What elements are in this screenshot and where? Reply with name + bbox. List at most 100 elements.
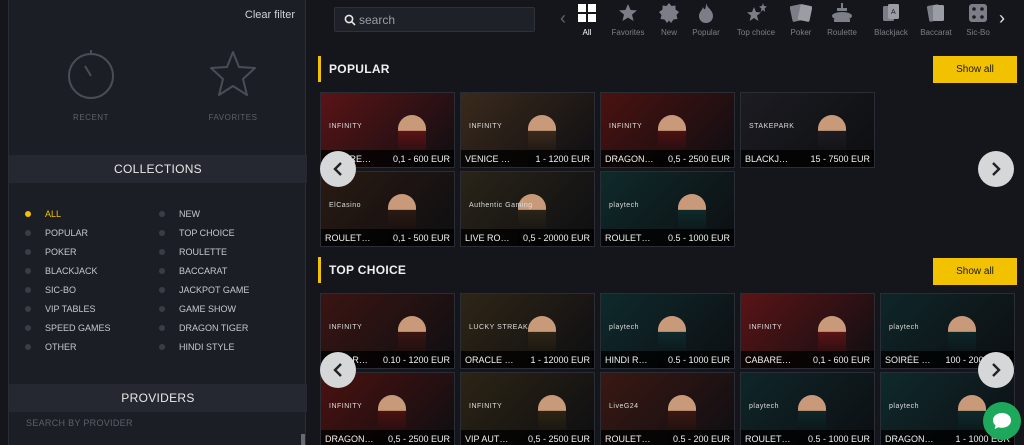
category-label: Top choice — [736, 28, 776, 37]
provider-logo: playtech — [609, 202, 640, 209]
search-box[interactable] — [334, 7, 535, 32]
collection-dot — [159, 344, 165, 350]
game-name: DRAGON… — [885, 434, 934, 444]
collection-item[interactable]: HINDI STYLE — [159, 341, 235, 353]
provider-logo: playtech — [609, 324, 640, 331]
favorites-filter[interactable]: FAVORITES — [193, 48, 273, 122]
collection-label: POKER — [45, 247, 77, 257]
category-blackjack[interactable]: A Blackjack — [869, 2, 913, 37]
provider-logo: playtech — [889, 403, 920, 410]
cards-icon — [779, 2, 823, 24]
collection-item[interactable]: TOP CHOICE — [159, 227, 235, 239]
collection-dot — [159, 230, 165, 236]
provider-logo: playtech — [749, 403, 780, 410]
collection-item[interactable]: OTHER — [25, 341, 77, 353]
collection-dot — [159, 287, 165, 293]
search-input[interactable] — [359, 11, 529, 29]
game-card[interactable]: STAKEPARK BLACKJ… 15 - 7500 EUR — [740, 92, 875, 168]
game-name: ROULET… — [605, 434, 651, 444]
favorites-label: FAVORITES — [208, 113, 258, 122]
game-card[interactable]: LUCKY STREAK ORACLE … 1 - 12000 EUR — [460, 293, 595, 369]
baccarat-icon — [914, 2, 958, 24]
game-name: CABARE… — [745, 355, 792, 365]
star-outline-icon — [210, 51, 256, 96]
collection-item[interactable]: JACKPOT GAME — [159, 284, 249, 296]
live-chat-button[interactable] — [983, 402, 1021, 440]
collection-item[interactable]: BACCARAT — [159, 265, 227, 277]
provider-search-input[interactable]: SEARCH BY PROVIDER — [26, 418, 133, 428]
clear-filter-link[interactable]: Clear filter — [245, 9, 295, 21]
quick-filters: RECENT FAVORITES — [9, 40, 307, 150]
sidebar-scrollbar[interactable] — [301, 434, 305, 445]
game-card[interactable]: playtech ROULET… 0.5 - 1000 EUR — [600, 171, 735, 247]
collection-item[interactable]: VIP TABLES — [25, 303, 96, 315]
star-icon — [606, 2, 650, 24]
bet-limits: 1 - 12000 EUR — [530, 355, 590, 365]
collection-item[interactable]: POKER — [25, 246, 77, 258]
game-card[interactable]: playtech ROULET… 0.5 - 1000 EUR — [740, 372, 875, 445]
collection-item[interactable]: SIC-BO — [25, 284, 76, 296]
game-card[interactable]: playtech HINDI R… 0.5 - 1000 EUR — [600, 293, 735, 369]
svg-text:A: A — [891, 9, 896, 16]
category-label: All — [582, 28, 592, 37]
collection-label: GAME SHOW — [179, 304, 237, 314]
category-label: Poker — [790, 28, 812, 37]
collection-dot — [159, 268, 165, 274]
category-poker[interactable]: Poker — [779, 2, 823, 37]
popular-prev-button[interactable] — [320, 151, 356, 187]
collection-item[interactable]: DRAGON TIGER — [159, 322, 249, 334]
category-favorites[interactable]: Favorites — [606, 2, 650, 37]
provider-logo: INFINITY — [469, 403, 503, 410]
category-roulette[interactable]: Roulette — [820, 2, 864, 37]
game-card[interactable]: INFINITY CABARE… 0,1 - 600 EUR — [740, 293, 875, 369]
collection-item[interactable]: BLACKJACK — [25, 265, 98, 277]
category-popular[interactable]: Popular — [684, 2, 728, 37]
collection-item[interactable]: ROULETTE — [159, 246, 227, 258]
card-info-bar: BLACKJ… 15 - 7500 EUR — [741, 150, 874, 167]
roulette-icon — [820, 2, 864, 24]
category-top-choice[interactable]: Top choice — [734, 2, 778, 37]
card-info-bar: ROULET… 0.5 - 1000 EUR — [601, 229, 734, 246]
provider-logo: INFINITY — [329, 324, 363, 331]
game-card[interactable]: Authentic Gaming LIVE RO… 0,5 - 20000 EUR — [460, 171, 595, 247]
collection-item[interactable]: ALL — [25, 208, 62, 220]
game-card[interactable]: LiveG24 ROULET… 0.5 - 200 EUR — [600, 372, 735, 445]
game-name: ROULET… — [605, 233, 651, 243]
card-info-bar: VENICE … 1 - 1200 EUR — [461, 150, 594, 167]
popular-section-title: POPULAR — [318, 56, 390, 82]
category-all[interactable]: All — [565, 2, 609, 37]
category-label: Baccarat — [920, 28, 952, 37]
category-baccarat[interactable]: Baccarat — [914, 2, 958, 37]
collection-item[interactable]: POPULAR — [25, 227, 88, 239]
card-info-bar: ROULET… 0.5 - 200 EUR — [601, 430, 734, 445]
collection-label: ALL — [45, 209, 62, 219]
top-choice-show-all-button[interactable]: Show all — [933, 258, 1017, 285]
collection-item[interactable]: GAME SHOW — [159, 303, 237, 315]
collection-dot — [159, 306, 165, 312]
top-choice-prev-button[interactable] — [320, 352, 356, 388]
collection-dot — [25, 268, 31, 274]
popular-show-all-button[interactable]: Show all — [933, 56, 1017, 83]
collection-label: SPEED GAMES — [45, 323, 111, 333]
recent-filter[interactable]: RECENT — [51, 48, 131, 122]
popular-next-button[interactable] — [978, 151, 1014, 187]
bet-limits: 15 - 7500 EUR — [810, 154, 870, 164]
fire-icon — [684, 2, 728, 24]
collection-dot — [25, 325, 31, 331]
game-card[interactable]: INFINITY DRAGON… 0,5 - 2500 EUR — [600, 92, 735, 168]
top-choice-next-button[interactable] — [978, 352, 1014, 388]
collection-item[interactable]: NEW — [159, 208, 200, 220]
bet-limits: 0,5 - 20000 EUR — [522, 233, 590, 243]
game-name: ORACLE … — [465, 355, 514, 365]
collection-label: TOP CHOICE — [179, 228, 235, 238]
provider-logo: LUCKY STREAK — [469, 324, 529, 331]
collection-label: DRAGON TIGER — [179, 323, 249, 333]
game-card[interactable]: INFINITY VIP AUT… 0,5 - 2500 EUR — [460, 372, 595, 445]
game-name: ROULET… — [325, 233, 371, 243]
categories-next-arrow[interactable]: › — [999, 8, 1005, 29]
category-sic-bo[interactable]: Sic-Bo — [956, 2, 1000, 37]
collection-item[interactable]: SPEED GAMES — [25, 322, 111, 334]
provider-logo: INFINITY — [469, 123, 503, 130]
game-card[interactable]: INFINITY VENICE … 1 - 1200 EUR — [460, 92, 595, 168]
filter-sidebar: Clear filter RECENT FAVORITES COLLECTION… — [8, 0, 307, 445]
